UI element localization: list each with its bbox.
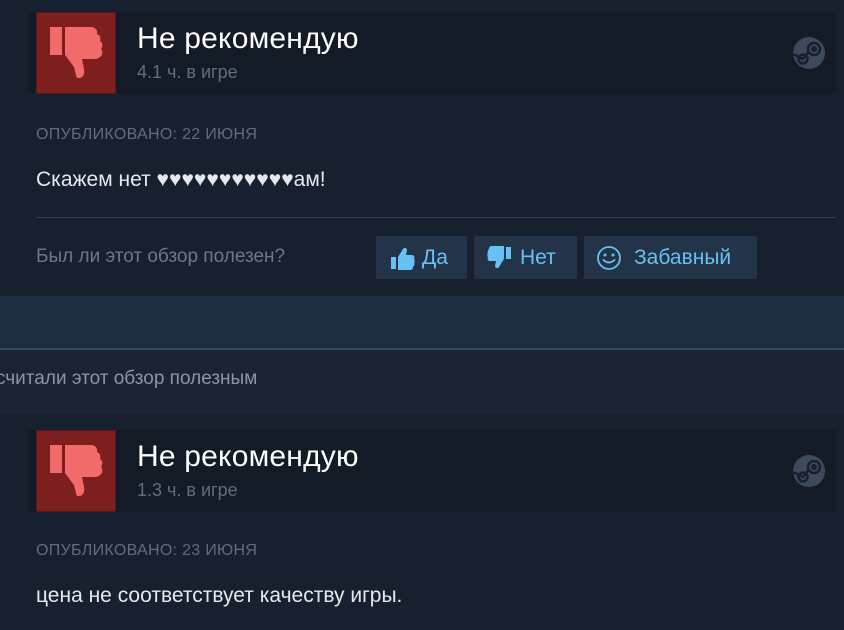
review-text: цена не соответствует качеству игры. bbox=[36, 584, 403, 607]
found-helpful-text: считали этот обзор полезным bbox=[0, 368, 258, 389]
vote-no-button[interactable]: Нет bbox=[474, 236, 577, 279]
review-header[interactable]: Не рекомендую 1.3 ч. в игре bbox=[28, 430, 836, 512]
divider bbox=[0, 348, 844, 350]
posted-date: ОПУБЛИКОВАНО: 22 ИЮНЯ bbox=[36, 126, 258, 143]
steam-icon bbox=[792, 455, 825, 487]
hours-played: 1.3 ч. в игре bbox=[137, 480, 238, 500]
review-header[interactable]: Не рекомендую 4.1 ч. в игре bbox=[28, 12, 836, 94]
posted-date: ОПУБЛИКОВАНО: 23 ИЮНЯ bbox=[36, 542, 258, 559]
vote-no-label: Нет bbox=[520, 245, 556, 269]
smiley-icon bbox=[597, 245, 621, 270]
vote-yes-label: Да bbox=[422, 245, 448, 269]
hours-played: 4.1 ч. в игре bbox=[137, 62, 238, 82]
recommendation-label: Не рекомендую bbox=[137, 440, 359, 473]
thumbs-down-icon bbox=[36, 12, 116, 94]
vote-funny-button[interactable]: Забавный bbox=[584, 236, 757, 279]
thumbs-down-icon bbox=[487, 245, 511, 268]
review-text: Скажем нет ♥♥♥♥♥♥♥♥♥♥♥ам! bbox=[36, 168, 326, 191]
helpful-question: Был ли этот обзор полезен? bbox=[36, 246, 286, 267]
review-card: Не рекомендую 1.3 ч. в игре ОПУБЛИКОВАНО… bbox=[0, 414, 844, 630]
thumbs-down-icon bbox=[36, 430, 116, 512]
vote-funny-label: Забавный bbox=[634, 245, 732, 269]
divider bbox=[36, 217, 836, 218]
thumbs-up-icon bbox=[391, 247, 415, 270]
vote-yes-button[interactable]: Да bbox=[376, 236, 467, 279]
separator-band bbox=[0, 296, 844, 348]
review-card: Не рекомендую 4.1 ч. в игре ОПУБЛИКОВАНО… bbox=[0, 0, 844, 296]
steam-icon bbox=[792, 37, 825, 69]
recommendation-label: Не рекомендую bbox=[137, 22, 359, 55]
